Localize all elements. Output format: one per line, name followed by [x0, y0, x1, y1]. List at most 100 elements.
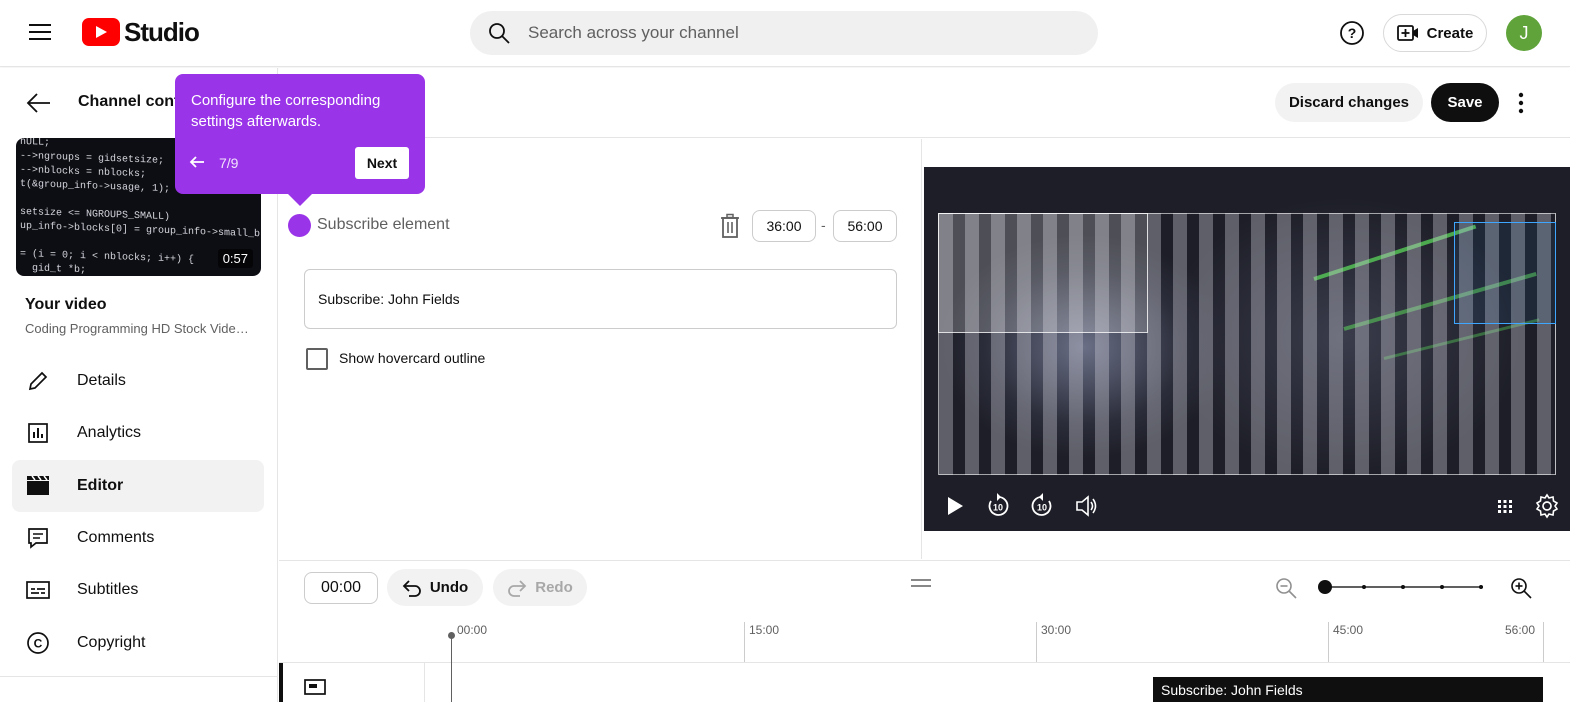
zoom-out-icon [1276, 578, 1297, 599]
tooltip-text: Configure the corresponding settings aft… [191, 92, 381, 130]
start-time-input[interactable]: 36:00 [752, 210, 816, 242]
sidebar-item-analytics[interactable]: Analytics [12, 407, 264, 459]
ruler-tick [744, 622, 745, 663]
sidebar-item-details[interactable]: Details [12, 355, 264, 407]
zoom-in-icon [1511, 578, 1532, 599]
search-input[interactable] [528, 23, 1048, 43]
trash-icon [721, 213, 739, 238]
thumbnail-duration: 0:57 [217, 249, 253, 268]
end-time-input[interactable]: 56:00 [833, 210, 897, 242]
comment-icon [24, 524, 52, 552]
sidebar-item-copyright[interactable]: C Copyright [12, 617, 264, 669]
ruler-label: 30:00 [1041, 623, 1072, 637]
tooltip-next-button[interactable]: Next [355, 147, 409, 179]
svg-text:C: C [34, 637, 43, 651]
pencil-icon [24, 367, 52, 395]
video-title: Coding Programming HD Stock Video Footag… [25, 321, 255, 336]
end-screen-subscribe-placeholder[interactable] [1454, 222, 1556, 324]
arrow-left-icon [26, 93, 50, 113]
zoom-in-button[interactable] [1509, 576, 1533, 600]
sidebar-item-editor[interactable]: Editor [12, 460, 264, 512]
svg-text:?: ? [1348, 25, 1357, 41]
subscribe-clip[interactable]: Subscribe: John Fields [1153, 677, 1543, 702]
element-color-dot [288, 214, 311, 237]
play-icon [948, 497, 963, 515]
grid-overlay-button[interactable] [1492, 493, 1518, 519]
ruler-tick [1543, 622, 1544, 663]
help-button[interactable]: ? [1337, 18, 1367, 48]
search-bar[interactable] [470, 11, 1098, 55]
undo-label: Undo [429, 579, 469, 596]
volume-button[interactable] [1074, 493, 1100, 519]
end-screen-video-placeholder[interactable] [938, 213, 1148, 333]
sidebar-item-label: Details [77, 372, 126, 389]
discard-changes-button[interactable]: Discard changes [1275, 83, 1423, 122]
save-button[interactable]: Save [1431, 83, 1499, 122]
search-icon [489, 23, 510, 44]
zoom-slider-tick [1440, 585, 1444, 589]
sidebar-item-label: Editor [77, 477, 124, 494]
volume-icon [1076, 495, 1097, 517]
menu-icon [29, 24, 51, 40]
create-video-icon [1396, 25, 1418, 41]
more-options-button[interactable] [1508, 88, 1534, 118]
channel-content-title: Channel cont [78, 93, 180, 110]
create-button[interactable]: Create [1383, 14, 1487, 52]
arrow-left-icon [189, 156, 204, 168]
zoom-slider-tick [1479, 585, 1483, 589]
sidebar-item-label: Subtitles [77, 581, 139, 598]
undo-button[interactable]: Undo [387, 569, 483, 606]
tooltip-back-button[interactable] [188, 154, 206, 170]
create-label: Create [1426, 24, 1474, 42]
ruler-tick [1328, 622, 1329, 663]
player-settings-button[interactable] [1534, 493, 1560, 519]
time-separator: - [821, 217, 826, 233]
replay-10-icon: 10 [988, 493, 1009, 516]
element-editor-pane [279, 139, 922, 559]
play-button[interactable] [941, 493, 967, 519]
studio-logo[interactable]: Studio [82, 16, 200, 48]
zoom-slider-tick [1401, 585, 1405, 589]
logo-text: Studio [124, 16, 200, 47]
ruler-tick [1036, 622, 1037, 663]
grid-icon [1498, 500, 1512, 513]
undo-icon [402, 579, 421, 597]
rewind-10-button[interactable]: 10 [985, 493, 1011, 519]
subscribe-element-field[interactable]: Subscribe: John Fields [304, 269, 897, 329]
your-video-label: Your video [25, 296, 107, 313]
tooltip-step-counter: 7/9 [219, 155, 239, 171]
hamburger-menu-button[interactable] [20, 14, 60, 50]
sidebar-divider [0, 676, 278, 677]
copyright-icon: C [24, 629, 52, 657]
resize-handle[interactable] [910, 576, 932, 590]
sidebar-item-label: Analytics [77, 424, 142, 441]
ruler-baseline [279, 662, 1570, 663]
ruler-label: 15:00 [749, 623, 780, 637]
zoom-out-button[interactable] [1274, 576, 1298, 600]
zoom-slider-knob[interactable] [1318, 580, 1332, 594]
hovercard-outline-checkbox[interactable] [306, 348, 328, 370]
svg-text:10: 10 [993, 503, 1003, 513]
video-preview[interactable]: 10 10 [924, 167, 1570, 531]
redo-label: Redo [535, 579, 573, 596]
sidebar-item-comments[interactable]: Comments [12, 512, 264, 564]
youtube-play-logo-icon [82, 18, 120, 46]
clapper-icon [24, 472, 52, 500]
more-vert-icon [1518, 92, 1524, 114]
delete-element-button[interactable] [718, 213, 742, 239]
redo-button[interactable]: Redo [493, 569, 587, 606]
ruler-label: 00:00 [457, 623, 488, 637]
svg-text:10: 10 [1037, 503, 1047, 513]
gear-icon [1535, 493, 1559, 519]
ruler-label: 56:00 [1505, 623, 1536, 637]
ruler-label: 45:00 [1333, 623, 1364, 637]
subtitles-icon [24, 576, 52, 604]
help-icon: ? [1340, 21, 1364, 45]
playhead[interactable] [451, 636, 452, 702]
current-time-readout[interactable]: 00:00 [304, 572, 378, 604]
back-button[interactable] [24, 90, 54, 116]
sidebar-item-subtitles[interactable]: Subtitles [12, 564, 264, 616]
account-avatar[interactable]: J [1506, 15, 1542, 51]
end-screen-track-icon [303, 678, 327, 696]
forward-10-button[interactable]: 10 [1029, 493, 1055, 519]
